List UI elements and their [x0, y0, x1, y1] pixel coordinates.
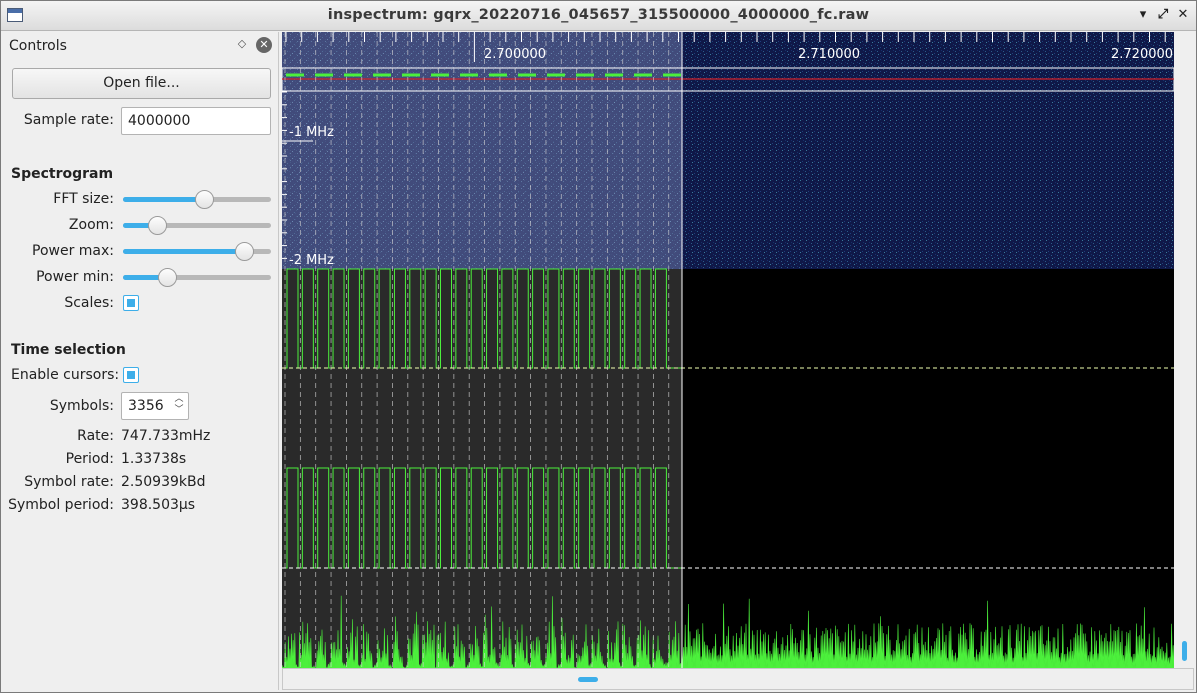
symbol-period-value: 398.503µs: [121, 497, 196, 513]
time-tick-label: 2.710000: [798, 47, 860, 62]
power-min-label: Power min:: [36, 269, 114, 285]
time-tick-label: 2.700000: [484, 47, 546, 62]
window-title: inspectrum: gqrx_20220716_045657_3155000…: [327, 7, 870, 23]
fft-size-label: FFT size:: [53, 191, 114, 207]
enable-cursors-label: Enable cursors:: [11, 367, 120, 383]
maximize-icon[interactable]: ⤢: [1155, 7, 1171, 23]
power-max-slider[interactable]: [123, 242, 271, 261]
spin-arrows[interactable]: ︿ ﹀: [173, 394, 185, 416]
period-label: Period:: [65, 451, 114, 467]
float-dock-icon[interactable]: ◇: [235, 37, 249, 51]
sample-rate-input[interactable]: 4000000: [121, 107, 271, 135]
sample-rate-label: Sample rate:: [23, 112, 114, 128]
spectrogram-section-title: Spectrogram: [11, 166, 114, 182]
app-window: inspectrum: gqrx_20220716_045657_3155000…: [0, 0, 1197, 693]
horizontal-scroll-handle[interactable]: [578, 677, 598, 682]
fft-size-slider-handle[interactable]: [195, 190, 215, 209]
close-icon[interactable]: ✕: [1175, 7, 1191, 23]
power-min-slider-handle[interactable]: [158, 268, 178, 287]
zoom-slider[interactable]: [123, 216, 271, 235]
vertical-scroll-handle[interactable]: [1182, 641, 1187, 661]
power-min-slider[interactable]: [123, 268, 271, 287]
period-value: 1.33738s: [121, 451, 187, 467]
plot-canvas[interactable]: 2.700000 2.710000 2.720000 -1 MHz -2 MHz: [282, 32, 1174, 668]
controls-panel: Controls ◇ ✕ Open file... Sample rate: 4…: [2, 32, 279, 690]
scales-checkbox[interactable]: [123, 295, 139, 311]
symbol-rate-value: 2.50939kBd: [121, 474, 206, 490]
time-selection-section-title: Time selection: [11, 342, 126, 358]
scales-label: Scales:: [64, 295, 114, 311]
vertical-scrollbar[interactable]: [1174, 32, 1194, 668]
spin-down-icon[interactable]: ﹀: [173, 405, 185, 416]
symbols-value: 3356: [128, 398, 164, 414]
spectrogram-plot-area[interactable]: 2.700000 2.710000 2.720000 -1 MHz -2 MHz: [282, 32, 1174, 668]
close-dock-icon[interactable]: ✕: [256, 37, 272, 53]
freq-tick-label: -2 MHz: [289, 253, 334, 268]
freq-tick-label: -1 MHz: [289, 125, 334, 140]
symbol-period-label: Symbol period:: [8, 497, 114, 513]
symbols-label: Symbols:: [49, 398, 114, 414]
symbols-spinbox[interactable]: 3356 ︿ ﹀: [121, 392, 189, 420]
zoom-slider-handle[interactable]: [148, 216, 168, 235]
power-max-label: Power max:: [32, 243, 114, 259]
title-bar: inspectrum: gqrx_20220716_045657_3155000…: [1, 1, 1196, 31]
spin-up-icon[interactable]: ︿: [173, 394, 185, 405]
rate-label: Rate:: [77, 428, 114, 444]
symbol-rate-label: Symbol rate:: [24, 474, 114, 490]
time-tick-label: 2.720000: [1111, 47, 1173, 62]
power-max-slider-handle[interactable]: [235, 242, 255, 261]
controls-header: Controls: [9, 38, 67, 54]
open-file-button[interactable]: Open file...: [12, 68, 271, 99]
rate-value: 747.733mHz: [121, 428, 211, 444]
zoom-label: Zoom:: [68, 217, 114, 233]
horizontal-scrollbar[interactable]: [282, 668, 1194, 690]
fft-size-slider[interactable]: [123, 190, 271, 209]
enable-cursors-checkbox[interactable]: [123, 367, 139, 383]
minimize-icon[interactable]: ▾: [1135, 7, 1151, 23]
